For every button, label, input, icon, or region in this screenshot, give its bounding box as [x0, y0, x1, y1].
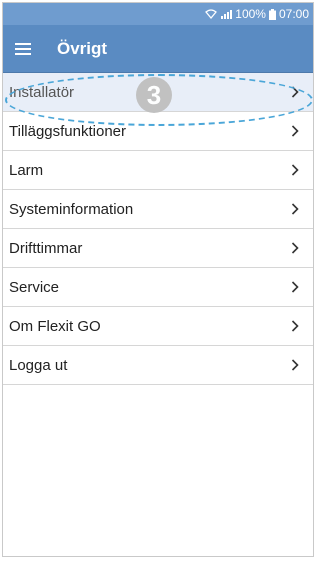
chevron-right-icon	[291, 320, 299, 332]
chevron-right-icon	[291, 203, 299, 215]
menu-item-larm[interactable]: Larm	[3, 151, 313, 190]
clock: 07:00	[278, 7, 309, 21]
menu-item-label: Installatör	[9, 83, 75, 101]
page-title: Övrigt	[57, 38, 108, 58]
menu-item-label: Om Flexit GO	[9, 317, 101, 335]
menu-item-label: Tilläggsfunktioner	[9, 122, 127, 140]
chevron-right-icon	[291, 242, 299, 254]
hamburger-menu-icon[interactable]	[15, 41, 37, 57]
signal-icon	[220, 9, 233, 19]
chevron-right-icon	[291, 164, 299, 176]
chevron-right-icon	[291, 281, 299, 293]
menu-item-label: Systeminformation	[9, 200, 134, 218]
app-bar: Övrigt	[3, 25, 313, 73]
menu-item-systeminformation[interactable]: Systeminformation	[3, 190, 313, 229]
menu-item-drifttimmar[interactable]: Drifttimmar	[3, 229, 313, 268]
menu-item-label: Larm	[9, 161, 44, 179]
phone-screen: 100% 07:00 Övrigt Installatör Tilläggsfu…	[2, 2, 314, 557]
menu-list: Installatör Tilläggsfunktioner Larm Syst…	[3, 73, 313, 385]
wifi-icon	[205, 9, 218, 19]
menu-item-tillaggsfunktioner[interactable]: Tilläggsfunktioner	[3, 112, 313, 151]
chevron-right-icon	[291, 86, 299, 98]
battery-percent: 100%	[235, 7, 266, 21]
status-bar: 100% 07:00	[3, 3, 313, 25]
menu-item-logga-ut[interactable]: Logga ut	[3, 346, 313, 385]
menu-item-label: Service	[9, 278, 60, 296]
menu-item-label: Drifttimmar	[9, 239, 83, 257]
menu-item-om-flexit-go[interactable]: Om Flexit GO	[3, 307, 313, 346]
step-number-badge: 3	[136, 77, 172, 113]
chevron-right-icon	[291, 125, 299, 137]
menu-item-service[interactable]: Service	[3, 268, 313, 307]
battery-icon	[268, 8, 276, 20]
chevron-right-icon	[291, 359, 299, 371]
menu-item-label: Logga ut	[9, 356, 68, 374]
